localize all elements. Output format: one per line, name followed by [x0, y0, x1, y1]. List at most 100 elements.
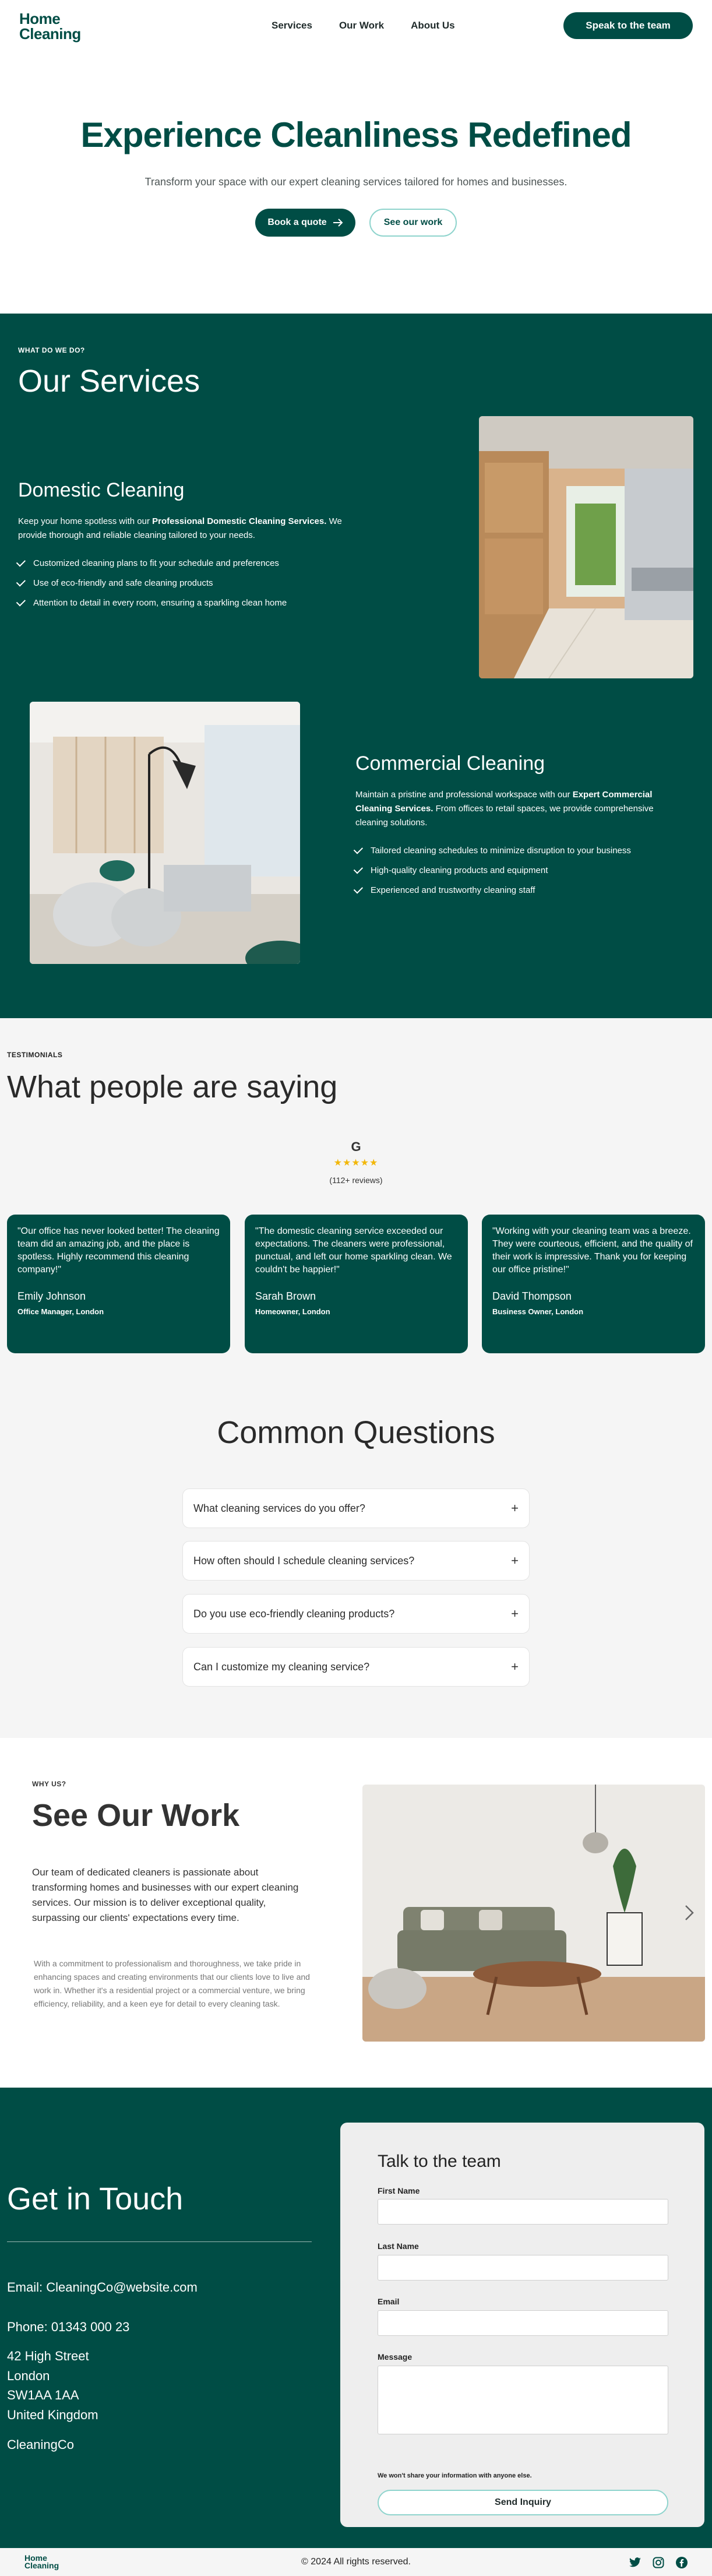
facebook-icon[interactable]	[675, 2556, 689, 2570]
hero-subtitle: Transform your space with our expert cle…	[144, 176, 568, 188]
hero-buttons: Book a quote See our work	[0, 209, 712, 237]
list-item: Attention to detail in every room, ensur…	[16, 593, 356, 613]
work-description: With a commitment to professionalism and…	[34, 1959, 310, 2008]
social-links	[628, 2556, 689, 2570]
domestic-title: Domestic Cleaning	[18, 479, 185, 501]
address-line: SW1AA 1AA	[7, 2388, 79, 2402]
testimonials-section: TESTIMONIALS What people are saying G ★★…	[0, 1018, 712, 1388]
main-nav: Services Our Work About Us	[272, 20, 455, 31]
site-header: Home Cleaning Services Our Work About Us…	[0, 0, 712, 52]
testimonial-name: Sarah Brown	[255, 1290, 316, 1302]
chevron-right-icon[interactable]	[684, 1904, 695, 1922]
domestic-cleaning-block: Domestic Cleaning Keep your home spotles…	[16, 479, 356, 613]
logo-line-2: Cleaning	[19, 25, 81, 43]
testimonial-quote: "Working with your cleaning team was a b…	[492, 1226, 693, 1275]
email-label: Email	[378, 2297, 400, 2306]
contact-section: Get in Touch Email: CleaningCo@website.c…	[0, 2088, 712, 2548]
faq-title: Common Questions	[217, 1415, 495, 1450]
contact-title: Get in Touch	[7, 2181, 184, 2216]
services-title: Our Services	[18, 364, 200, 399]
commercial-cleaning-block: Commercial Cleaning Maintain a pristine …	[353, 752, 682, 900]
work-lead: Our team of dedicated cleaners is passio…	[32, 1867, 299, 1923]
plus-icon: +	[511, 1606, 519, 1621]
faq-item[interactable]: What cleaning services do you offer? +	[182, 1488, 530, 1528]
domestic-list: Customized cleaning plans to fit your sc…	[16, 553, 356, 613]
check-icon	[16, 596, 26, 607]
office-photo	[30, 702, 300, 964]
work-title: See Our Work	[32, 1798, 240, 1833]
google-icon: G	[351, 1139, 361, 1154]
address-line: United Kingdom	[7, 2408, 98, 2422]
send-inquiry-button[interactable]: Send Inquiry	[378, 2490, 668, 2515]
twitter-icon[interactable]	[628, 2556, 642, 2570]
services-section: WHAT DO WE DO? Our Services Domestic Cle…	[0, 314, 712, 1018]
commercial-list: Tailored cleaning schedules to minimize …	[353, 840, 682, 900]
star-rating: ★★★★★	[333, 1158, 379, 1168]
commercial-description: Maintain a pristine and professional wor…	[355, 790, 654, 828]
faq-question: Can I customize my cleaning service?	[193, 1660, 370, 1673]
testimonial-quote: "Our office has never looked better! The…	[17, 1226, 220, 1275]
company-name: CleaningCo	[7, 2437, 74, 2452]
instagram-icon[interactable]	[651, 2556, 665, 2570]
nav-our-work[interactable]: Our Work	[339, 20, 384, 31]
faq-question: How often should I schedule cleaning ser…	[193, 1554, 415, 1567]
testimonial-name: David Thompson	[492, 1290, 572, 1302]
plus-icon: +	[511, 1553, 519, 1568]
form-title: Talk to the team	[378, 2152, 501, 2171]
plus-icon: +	[511, 1659, 519, 1674]
arrow-right-icon	[333, 219, 343, 227]
testimonials-eyebrow: TESTIMONIALS	[7, 1051, 63, 1059]
domestic-description: Keep your home spotless with our Profess…	[18, 516, 342, 540]
hero-title: Experience Cleanliness Redefined	[80, 115, 632, 154]
reviews-count: (112+ reviews)	[329, 1176, 383, 1185]
copyright: © 2024 All rights reserved.	[301, 2557, 411, 2567]
testimonial-card: "Working with your cleaning team was a b…	[482, 1215, 705, 1353]
check-icon	[353, 864, 364, 874]
contact-email[interactable]: Email: CleaningCo@website.com	[7, 2280, 198, 2295]
list-item: Tailored cleaning schedules to minimize …	[353, 840, 682, 860]
address-line: London	[7, 2369, 50, 2383]
divider	[7, 2241, 312, 2242]
privacy-note: We won't share your information with any…	[378, 2472, 532, 2479]
list-item: High-quality cleaning products and equip…	[353, 860, 682, 880]
nav-services[interactable]: Services	[272, 20, 312, 31]
faq-item[interactable]: Do you use eco-friendly cleaning product…	[182, 1594, 530, 1634]
speak-to-team-button[interactable]: Speak to the team	[563, 12, 693, 39]
testimonial-card: "The domestic cleaning service exceeded …	[245, 1215, 468, 1353]
testimonials-title: What people are saying	[7, 1069, 338, 1104]
commercial-title: Commercial Cleaning	[355, 752, 545, 775]
testimonial-quote: "The domestic cleaning service exceeded …	[255, 1226, 452, 1275]
faq-section: Common Questions What cleaning services …	[0, 1388, 712, 1738]
faq-item[interactable]: How often should I schedule cleaning ser…	[182, 1541, 530, 1581]
first-name-field[interactable]	[378, 2199, 668, 2225]
faq-question: What cleaning services do you offer?	[193, 1502, 365, 1514]
message-label: Message	[378, 2352, 413, 2362]
book-quote-button[interactable]: Book a quote	[255, 209, 355, 237]
work-section: WHY US? See Our Work Our team of dedicat…	[0, 1738, 712, 2088]
kitchen-photo	[479, 416, 693, 678]
contact-form: Talk to the team First Name Last Name Em…	[340, 2123, 704, 2527]
services-eyebrow: WHAT DO WE DO?	[18, 346, 85, 354]
first-name-label: First Name	[378, 2186, 420, 2195]
address-line: 42 High Street	[7, 2349, 89, 2363]
testimonial-role: Business Owner, London	[492, 1307, 584, 1316]
site-footer: Home Cleaning © 2024 All rights reserved…	[0, 2548, 712, 2576]
logo[interactable]: Home Cleaning	[19, 11, 81, 41]
list-item: Use of eco-friendly and safe cleaning pr…	[16, 573, 356, 593]
contact-phone[interactable]: Phone: 01343 000 23	[7, 2320, 129, 2335]
email-field[interactable]	[378, 2310, 668, 2336]
list-item: Customized cleaning plans to fit your sc…	[16, 553, 356, 573]
last-name-field[interactable]	[378, 2255, 668, 2281]
list-item: Experienced and trustworthy cleaning sta…	[353, 880, 682, 900]
last-name-label: Last Name	[378, 2241, 419, 2251]
check-icon	[353, 844, 364, 854]
testimonial-role: Office Manager, London	[17, 1307, 104, 1316]
hero-section: Experience Cleanliness Redefined Transfo…	[0, 52, 712, 314]
nav-about-us[interactable]: About Us	[411, 20, 455, 31]
see-our-work-button[interactable]: See our work	[369, 209, 457, 237]
work-eyebrow: WHY US?	[32, 1780, 66, 1788]
testimonial-card: "Our office has never looked better! The…	[7, 1215, 230, 1353]
faq-item[interactable]: Can I customize my cleaning service? +	[182, 1647, 530, 1687]
message-field[interactable]	[378, 2366, 668, 2434]
living-room-photo	[362, 1785, 705, 2042]
